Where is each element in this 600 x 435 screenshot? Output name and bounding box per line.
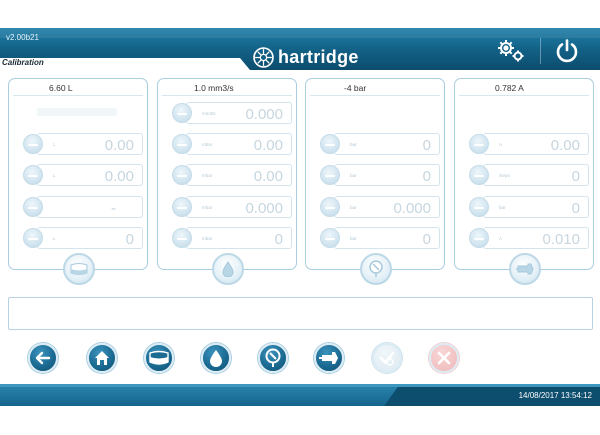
settings-button[interactable]	[494, 36, 528, 66]
version-label: v2.00b21	[6, 33, 39, 42]
brand-logo: hartridge	[253, 47, 359, 68]
value-display: 0	[571, 200, 580, 217]
check-icon	[379, 351, 395, 366]
gauge-icon	[360, 253, 392, 285]
drop-icon	[210, 350, 222, 367]
back-button[interactable]	[28, 343, 58, 373]
dial-icon	[320, 197, 340, 217]
value-display: 0	[274, 231, 283, 248]
plug-icon	[469, 134, 489, 154]
panel-row[interactable]: steps 0	[465, 163, 589, 187]
drop-icon	[212, 253, 244, 285]
value-display: 0.00	[253, 137, 283, 154]
home-icon	[95, 351, 109, 365]
panel-row[interactable]: A 0.00	[465, 132, 589, 156]
value-display: 0	[422, 168, 431, 185]
panel-row[interactable]: L 0.00	[19, 132, 143, 156]
motor-icon	[319, 352, 338, 364]
tank-icon	[63, 253, 95, 285]
panel-row[interactable]: mbar 0	[168, 226, 292, 250]
level-icon	[320, 165, 340, 185]
dial-icon	[23, 197, 43, 217]
value-display: 0	[422, 137, 431, 154]
panel-volume: 6.60 L L 0.00 L 0.00 - L0	[8, 78, 148, 285]
value-display: 0.00	[104, 137, 134, 154]
panel-row[interactable]: bar 0	[316, 226, 440, 250]
panel-row[interactable]: mm3/s 0.000	[168, 101, 292, 125]
level-icon	[172, 134, 192, 154]
level-icon	[172, 103, 192, 123]
value-display: 0.00	[550, 137, 580, 154]
motor-icon	[509, 253, 541, 285]
value-display: 0.000	[245, 106, 283, 123]
value-display: 0	[422, 231, 431, 248]
level-icon	[320, 134, 340, 154]
panel-row[interactable]: A 0.010	[465, 226, 589, 250]
message-bar	[8, 297, 593, 330]
motor-button[interactable]	[314, 343, 344, 373]
calibration-screen: v2.00b21 hartridge Calibration 6.60 L L …	[0, 0, 600, 435]
panel-heading: 1.0 mm3/s	[194, 83, 234, 93]
cancel-button[interactable]	[429, 343, 459, 373]
level-icon	[172, 165, 192, 185]
panel-current: 0.782 A A 0.00 steps 0 bar 0 A 0.010	[454, 78, 594, 285]
value-display: -	[111, 200, 116, 217]
home-button[interactable]	[87, 343, 117, 373]
panel-row[interactable]: -	[19, 195, 143, 219]
panel-row[interactable]: mbar 0.000	[168, 195, 292, 219]
value-display: 0.000	[245, 200, 283, 217]
level-icon	[23, 165, 43, 185]
panel-heading: 0.782 A	[495, 83, 524, 93]
arrow-left-icon	[35, 351, 51, 365]
panel-row[interactable]: bar 0	[316, 163, 440, 187]
panel-row[interactable]: L0	[19, 226, 143, 250]
panel-row	[19, 107, 143, 131]
value-display: 0.00	[253, 168, 283, 185]
gears-icon	[498, 40, 524, 62]
flow-button[interactable]	[201, 343, 231, 373]
value-display: 0.010	[542, 231, 580, 248]
panel-row[interactable]: mbar 0.00	[168, 163, 292, 187]
value-display: 0.00	[104, 168, 134, 185]
tank-button[interactable]	[144, 343, 174, 373]
pressure-button[interactable]	[258, 343, 288, 373]
arrow-icon	[23, 228, 43, 248]
value-display: 0.000	[393, 200, 431, 217]
arrow-icon	[172, 228, 192, 248]
screen-title-tab: Calibration	[0, 58, 250, 70]
accept-button[interactable]	[372, 343, 402, 373]
header-divider	[540, 38, 541, 64]
screen-title: Calibration	[2, 58, 44, 67]
value-display: 0	[571, 168, 580, 185]
hartridge-logo-icon	[253, 47, 274, 68]
gauge-icon	[265, 348, 281, 367]
hourglass-icon	[469, 165, 489, 185]
panel-row[interactable]: bar 0	[465, 195, 589, 219]
arrow-icon	[320, 228, 340, 248]
gauge-icon	[469, 197, 489, 217]
power-icon	[556, 39, 578, 63]
close-icon	[437, 351, 451, 365]
panel-row[interactable]: mbar 0.00	[168, 132, 292, 156]
brand-name: hartridge	[278, 47, 359, 67]
tank-icon	[149, 350, 169, 365]
panel-flow: 1.0 mm3/s mm3/s 0.000 mbar 0.00 mbar 0.00 m…	[157, 78, 297, 285]
panel-pressure: -4 bar bar 0 bar 0 bar 0.000 bar 0	[305, 78, 445, 285]
panel-heading: -4 bar	[344, 83, 367, 93]
panel-row[interactable]: bar 0	[316, 132, 440, 156]
value-display: 0	[125, 231, 134, 248]
power-button[interactable]	[552, 36, 582, 66]
level-icon	[23, 134, 43, 154]
panel-row[interactable]: bar 0.000	[316, 195, 440, 219]
datetime-label: 14/08/2017 13:54:12	[518, 391, 592, 400]
dial-icon	[172, 197, 192, 217]
footer-bar: 14/08/2017 13:54:12	[0, 384, 600, 406]
motor-icon	[469, 228, 489, 248]
panel-heading: 6.60 L	[49, 83, 73, 93]
panel-row[interactable]: L 0.00	[19, 163, 143, 187]
